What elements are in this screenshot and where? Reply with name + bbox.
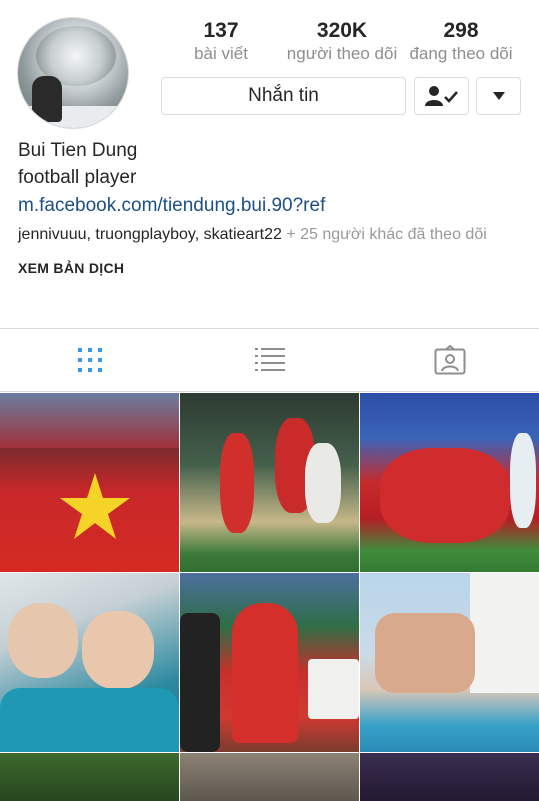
stat-followers[interactable]: 320K người theo dõi: [282, 18, 402, 64]
followed-user-3[interactable]: skatieart22: [204, 226, 282, 243]
profile-role: football player: [18, 167, 137, 188]
profile-stats: 137 bài viết 320K người theo dõi 298 đan…: [160, 18, 530, 68]
tab-list[interactable]: [180, 329, 359, 391]
followed-user-1[interactable]: jennivuuu: [18, 226, 87, 243]
see-translation-button[interactable]: XEM BẢN DỊCH: [18, 260, 523, 276]
photo-tile[interactable]: [360, 753, 539, 801]
followers-label: người theo dõi: [286, 44, 398, 63]
photo-tile[interactable]: [0, 573, 179, 752]
followed-user-2[interactable]: truongplayboy: [95, 226, 194, 243]
posts-label: bài viết: [194, 44, 248, 63]
following-count: 298: [443, 19, 479, 42]
profile-link[interactable]: m.facebook.com/tiendung.bui.90?ref: [18, 193, 523, 219]
photo-tile[interactable]: [0, 753, 179, 801]
dropdown-arrow-icon: [492, 92, 505, 100]
tab-tagged[interactable]: [360, 329, 539, 391]
photo-grid: [0, 393, 539, 801]
photo-tile[interactable]: [360, 393, 539, 572]
photo-tile[interactable]: [0, 393, 179, 572]
more-options-button[interactable]: [476, 77, 521, 115]
profile-tabs: [0, 328, 539, 392]
photo-tile[interactable]: [180, 393, 359, 572]
avatar-person: [32, 76, 62, 122]
photo-tile[interactable]: [180, 573, 359, 752]
list-icon: [254, 348, 285, 371]
grid-icon: [77, 348, 102, 372]
photo-tile[interactable]: [180, 753, 359, 801]
followed-others: + 25 người khác đã theo dõi: [281, 226, 487, 243]
photo-tile[interactable]: [360, 573, 539, 752]
followed-by[interactable]: jennivuuu, truongplayboy, skatieart22 + …: [18, 225, 523, 245]
flag-star-image: [60, 473, 130, 539]
stat-following[interactable]: 298 đang theo dõi: [402, 18, 520, 64]
profile-header: 137 bài viết 320K người theo dõi 298 đan…: [0, 0, 539, 140]
message-button[interactable]: Nhắn tin: [161, 77, 406, 115]
following-label: đang theo dõi: [409, 44, 513, 63]
person-check-icon: [424, 86, 458, 106]
profile-name: Bui Tien Dung: [18, 140, 138, 161]
posts-count: 137: [203, 19, 239, 42]
stat-posts[interactable]: 137 bài viết: [180, 18, 262, 64]
tab-grid[interactable]: [0, 329, 179, 391]
profile-avatar[interactable]: [17, 17, 129, 129]
following-status-button[interactable]: [414, 77, 469, 115]
tagged-icon: [434, 345, 465, 375]
followers-count: 320K: [316, 19, 368, 42]
profile-bio: Bui Tien Dung football player m.facebook…: [18, 138, 523, 276]
